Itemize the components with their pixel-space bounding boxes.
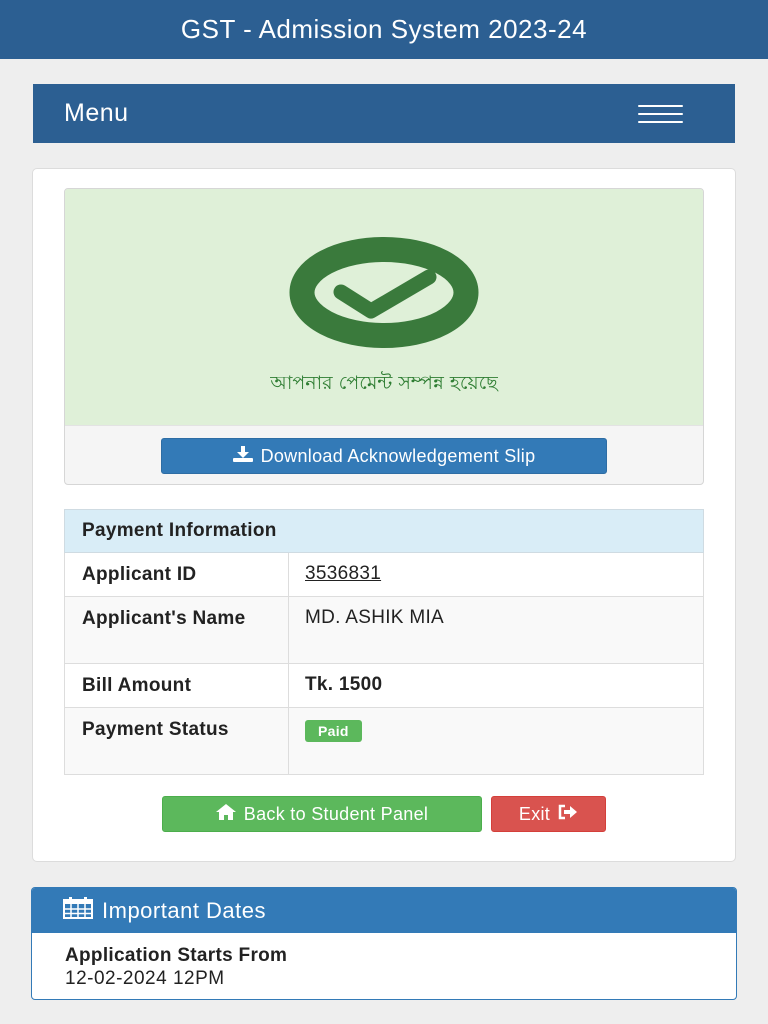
payment-information-title: Payment Information: [64, 509, 704, 553]
payment-status-label: Payment Status: [64, 707, 289, 775]
payment-success-message: আপনার পেমেন্ট সম্পন্ন হয়েছে: [270, 372, 498, 394]
status-badge: Paid: [305, 720, 362, 742]
success-panel-footer: Download Acknowledgement Slip: [65, 425, 703, 484]
table-row: Applicant ID 3536831: [64, 552, 704, 597]
payment-success-panel: আপনার পেমেন্ট সম্পন্ন হয়েছে Download Ac…: [64, 188, 704, 485]
hamburger-icon[interactable]: [638, 104, 683, 123]
exit-button-label: Exit: [518, 803, 551, 824]
applicant-id-label: Applicant ID: [64, 552, 289, 597]
application-start-label: Application Starts From: [65, 945, 288, 966]
applicant-name-label: Applicant's Name: [64, 596, 289, 664]
payment-card: আপনার পেমেন্ট সম্পন্ন হয়েছে Download Ac…: [32, 168, 736, 862]
back-to-student-panel-button[interactable]: Back to Student Panel: [162, 796, 482, 832]
page-title: GST - Admission System 2023-24: [180, 14, 588, 44]
bill-amount-value: Tk. 1500: [288, 663, 704, 708]
payment-information-table: Payment Information Applicant ID 3536831…: [64, 509, 704, 775]
important-dates-panel: Important Dates Application Starts From …: [31, 887, 737, 1000]
back-button-label: Back to Student Panel: [243, 803, 429, 824]
home-icon: [215, 803, 236, 825]
download-icon: [232, 445, 253, 467]
calendar-icon: [63, 896, 93, 925]
table-row: Payment Status Paid: [64, 707, 704, 775]
success-banner: আপনার পেমেন্ট সম্পন্ন হয়েছে: [65, 189, 703, 425]
table-row: Applicant's Name MD. ASHIK MIA: [64, 596, 704, 664]
action-buttons: Back to Student Panel Exit: [162, 796, 606, 832]
menu-bar[interactable]: Menu: [33, 84, 735, 143]
table-row: Bill Amount Tk. 1500: [64, 663, 704, 708]
applicant-name-value: MD. ASHIK MIA: [288, 596, 704, 664]
download-acknowledgement-button[interactable]: Download Acknowledgement Slip: [161, 438, 607, 474]
check-circle-icon: [289, 237, 479, 348]
applicant-id-link[interactable]: 3536831: [305, 563, 381, 584]
bill-amount-label: Bill Amount: [64, 663, 289, 708]
sign-out-icon: [558, 804, 578, 825]
application-start-value: 12-02-2024 12PM: [65, 968, 225, 989]
important-dates-body: Application Starts From 12-02-2024 12PM: [32, 933, 736, 999]
download-button-label: Download Acknowledgement Slip: [260, 445, 536, 466]
important-dates-title: Important Dates: [102, 897, 267, 923]
exit-button[interactable]: Exit: [491, 796, 606, 832]
important-dates-header: Important Dates: [32, 888, 736, 933]
menu-label: Menu: [64, 99, 129, 127]
app-header: GST - Admission System 2023-24: [0, 0, 768, 59]
